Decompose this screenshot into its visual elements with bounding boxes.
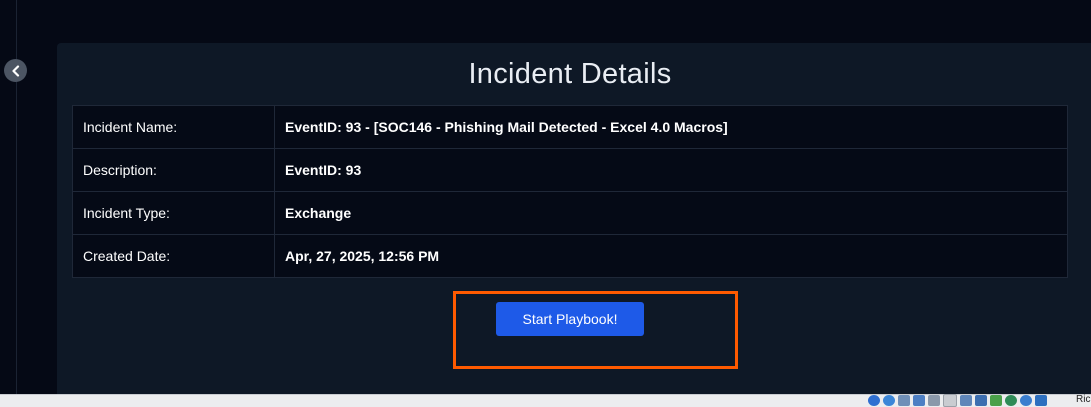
system-tray <box>868 394 1047 407</box>
description-value: EventID: 93 <box>274 148 1068 192</box>
table-row: Created Date: Apr, 27, 2025, 12:56 PM <box>72 234 1068 278</box>
table-row: Incident Name: EventID: 93 - [SOC146 - P… <box>72 105 1068 149</box>
shield-icon[interactable] <box>1005 395 1017 406</box>
download-icon[interactable] <box>1035 395 1047 406</box>
help-icon[interactable] <box>868 395 880 406</box>
created-date-label: Created Date: <box>72 234 275 278</box>
window-icon[interactable] <box>960 395 972 406</box>
network-icon[interactable] <box>898 395 910 406</box>
globe-icon[interactable] <box>883 395 895 406</box>
created-date-value: Apr, 27, 2025, 12:56 PM <box>274 234 1068 278</box>
highlight-annotation-box <box>453 291 738 369</box>
refresh-icon[interactable] <box>1020 395 1032 406</box>
incident-details-table: Incident Name: EventID: 93 - [SOC146 - P… <box>72 105 1068 278</box>
page-title: Incident Details <box>468 58 672 90</box>
incident-name-label: Incident Name: <box>72 105 275 149</box>
incident-name-value: EventID: 93 - [SOC146 - Phishing Mail De… <box>274 105 1068 149</box>
incident-type-value: Exchange <box>274 191 1068 235</box>
pen-icon[interactable] <box>928 395 940 406</box>
description-label: Description: <box>72 148 275 192</box>
table-row: Incident Type: Exchange <box>72 191 1068 235</box>
clipboard-icon[interactable] <box>943 394 957 407</box>
display-icon[interactable] <box>913 395 925 406</box>
incident-type-label: Incident Type: <box>72 191 275 235</box>
tray-label: Ric <box>1076 394 1091 405</box>
usb-icon[interactable] <box>990 395 1002 406</box>
monitor-icon[interactable] <box>975 395 987 406</box>
table-row: Description: EventID: 93 <box>72 148 1068 192</box>
